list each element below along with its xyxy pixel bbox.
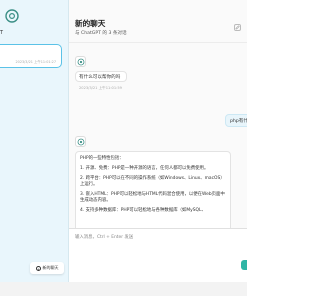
plus-icon: +	[35, 265, 41, 272]
sidebar-header-fragment: T	[0, 30, 4, 36]
chat-subtitle: 与 ChatGPT 的 3 条对话	[75, 31, 127, 36]
new-chat-label: 新的聊天	[42, 265, 59, 270]
bot-paragraph: 3. 嵌入HTML：PHP可以轻松地与HTML代码混合使用，以便在Web页面中生…	[80, 192, 225, 204]
header-divider	[69, 42, 247, 43]
input-placeholder: 输入消息，Ctrl + Enter 发送	[75, 235, 134, 240]
edit-title-button[interactable]	[234, 24, 241, 31]
bot-paragraph: 1. 开源、免费：PHP是一种开源的语言，任何人都可以免费使用。	[80, 165, 209, 171]
new-chat-button[interactable]: + 新的聊天	[30, 262, 64, 274]
openai-logo-icon	[5, 9, 19, 23]
bot-avatar	[75, 136, 86, 147]
bottom-band	[0, 282, 247, 296]
chat-main: 新的聊天 与 ChatGPT 的 3 条对话 有什么可以帮你的吗 2023/3/…	[69, 0, 247, 282]
openai-logo-icon	[77, 138, 84, 145]
message-bubble: 有什么可以帮你的吗	[75, 71, 127, 82]
edit-icon	[235, 25, 240, 30]
bot-paragraph: 2. 跨平台：PHP可以在不同的操作系统（如Windows、Linux、macO…	[80, 175, 225, 188]
user-message-bubble: php有什么	[225, 114, 247, 127]
app-window: T 2023/3/21 上午11:01:27 + 新的聊天 新的聊天 与 Cha…	[0, 0, 247, 282]
openai-logo-icon	[77, 58, 84, 65]
message-time: 2023/3/21 上午11:01:59	[79, 86, 122, 90]
sidebar: T 2023/3/21 上午11:01:27 + 新的聊天	[0, 0, 69, 282]
send-button[interactable]	[241, 260, 247, 270]
session-time: 2023/3/21 上午11:01:27	[15, 60, 56, 64]
session-item[interactable]: 2023/3/21 上午11:01:27	[0, 44, 62, 68]
chat-title: 新的聊天	[75, 19, 106, 28]
bot-paragraph: PHP的一些特性包括：	[80, 156, 124, 161]
message-input[interactable]: 输入消息，Ctrl + Enter 发送	[69, 228, 247, 282]
header-actions	[234, 24, 241, 31]
bot-paragraph: 4. 支持多种数据库：PHP可以轻松地与各种数据库（如MySQL、	[80, 208, 206, 214]
bot-avatar	[75, 56, 86, 67]
